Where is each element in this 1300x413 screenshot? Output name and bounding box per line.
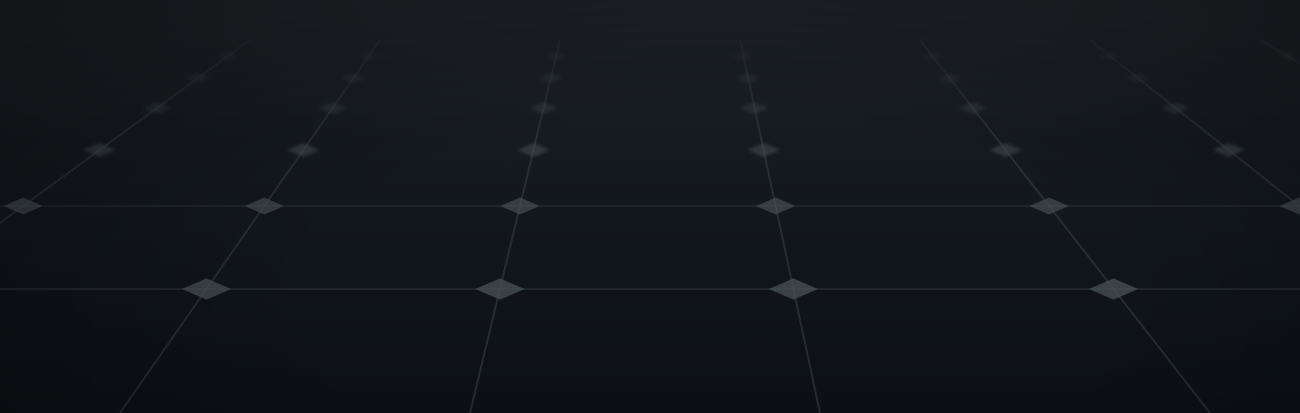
panel-grid-lines [0,39,1300,413]
grid-node [545,51,568,61]
grid-node [3,197,43,215]
grid-node [732,51,755,61]
grid-node [475,278,525,300]
grid-node [143,102,172,114]
panel-grid-nodes [3,51,1300,300]
grid-node [185,72,211,84]
grid-node [318,102,347,114]
hero-banner [0,0,1300,413]
grid-node [958,102,987,114]
grid-node [341,72,366,84]
grid-node [740,102,769,114]
grid-node [538,72,564,84]
grid-node [1029,197,1069,215]
grid-node [735,72,761,84]
grid-node [755,197,796,215]
grid-node [244,197,285,215]
grid-node [83,143,117,157]
grid-node [217,51,240,61]
grid-node [1279,197,1300,215]
grid-node [1161,102,1190,114]
grid-node [1099,51,1122,61]
grid-node [181,278,232,300]
grid-node [286,143,320,157]
grid-node [1212,143,1246,157]
grid-node [937,72,962,84]
grid-line-vertical [1259,39,1300,65]
grid-line-vertical [1089,39,1300,208]
grid-node [1125,72,1151,84]
grid-line-vertical [919,39,1211,413]
grid-line-vertical [739,39,821,413]
grid-line-vertical [0,39,251,225]
grid-node [500,197,540,215]
grid-node [516,143,550,157]
grid-line-vertical [119,39,381,413]
grid-node [768,278,819,300]
grid-node [357,51,380,61]
grid-node [1276,51,1299,61]
grid-node [747,143,781,157]
grid-node [989,143,1023,157]
grid-line-vertical [469,39,561,413]
grid-node [1088,278,1139,300]
grid-node [529,102,558,114]
solar-panel-image [0,39,1300,413]
grid-node [921,51,944,61]
